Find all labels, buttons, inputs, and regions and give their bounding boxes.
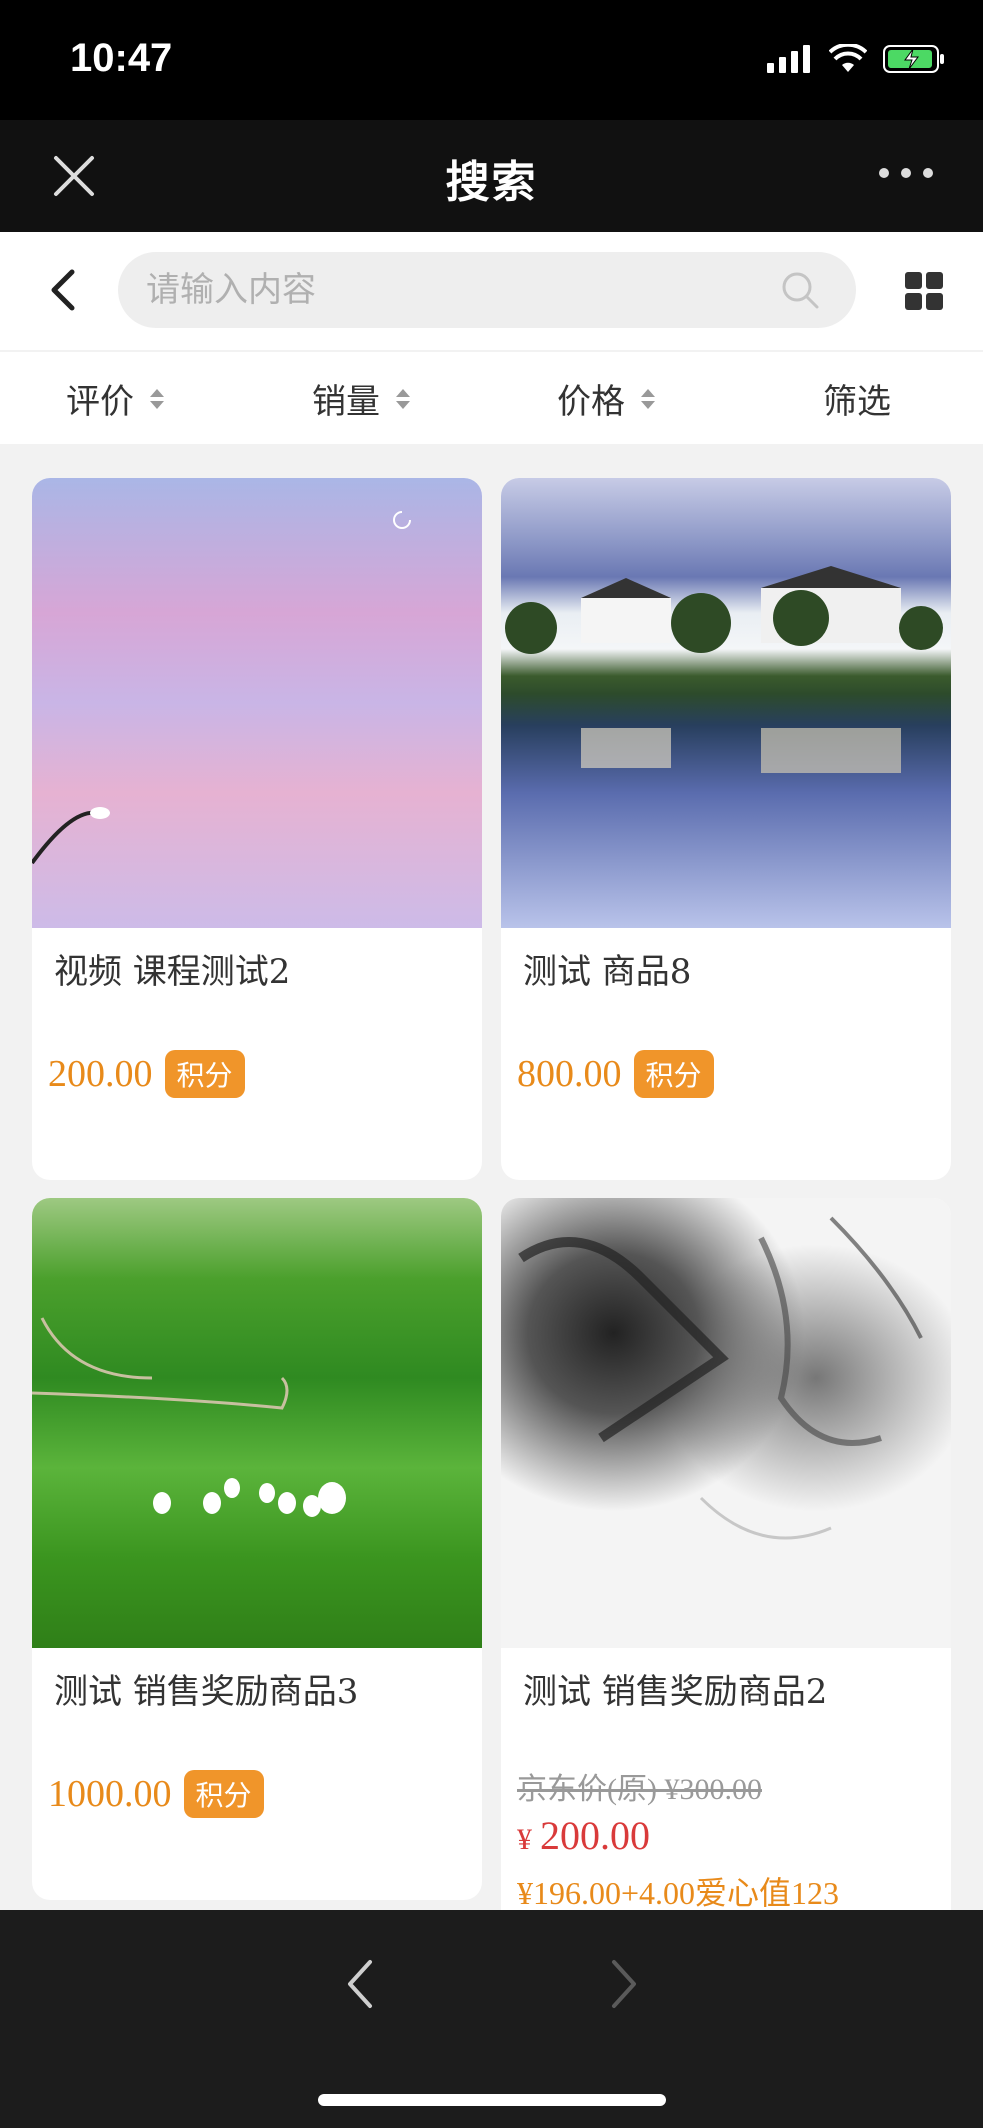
title-bar: 搜索: [0, 120, 983, 232]
wifi-icon: [829, 44, 867, 72]
search-field[interactable]: [118, 252, 856, 328]
sort-arrows-icon: [396, 388, 410, 409]
sort-by-price[interactable]: 价格: [557, 374, 655, 423]
search-bar: [0, 232, 983, 350]
home-indicator[interactable]: [318, 2094, 666, 2106]
price-row: 1000.00 积分: [48, 1770, 264, 1818]
product-name: 测试 销售奖励商品2: [523, 1672, 828, 1712]
sort-arrows-icon: [150, 388, 164, 409]
ink-strokes: [518, 1216, 923, 1540]
signal-icon: [767, 45, 810, 73]
browser-back-icon[interactable]: [340, 1954, 380, 2014]
product-image[interactable]: [501, 1198, 951, 1648]
product-card[interactable]: 测试 销售奖励商品2 京东价(原) ¥300.00 ¥200.00 ¥196.0…: [501, 1198, 951, 1918]
more-options-icon[interactable]: [879, 168, 933, 178]
browser-forward-icon[interactable]: [604, 1954, 644, 2014]
currency-symbol: ¥: [517, 1823, 532, 1856]
back-arrow-icon[interactable]: [44, 268, 84, 312]
points-badge: 积分: [183, 1770, 264, 1818]
sort-bar: 评价 销量 价格 筛选: [0, 352, 983, 444]
sort-label: 销量: [312, 382, 380, 422]
price-row: 800.00 积分: [517, 1050, 714, 1098]
combo-price: ¥196.00+4.00爱心值123: [517, 1875, 840, 1911]
sort-by-rating[interactable]: 评价: [66, 374, 164, 423]
search-icon[interactable]: [780, 270, 820, 310]
battery-charging-icon: [883, 45, 944, 73]
product-name: 测试 商品8: [523, 952, 692, 992]
product-card[interactable]: 视频 课程测试2 200.00 积分: [32, 478, 482, 1180]
sort-label: 评价: [66, 382, 134, 422]
filter-label: 筛选: [823, 382, 891, 422]
filter-button[interactable]: 筛选: [823, 374, 891, 423]
sale-price-value: 200.00: [540, 1813, 650, 1858]
system-icons: [767, 44, 945, 74]
price-row: 200.00 积分: [48, 1050, 245, 1098]
points-badge: 积分: [164, 1050, 245, 1098]
product-card[interactable]: 测试 商品8 800.00 积分: [501, 478, 951, 1180]
grid-view-icon[interactable]: [905, 272, 943, 310]
yurt-landscape: [32, 1317, 346, 1517]
product-card[interactable]: 测试 销售奖励商品3 1000.00 积分: [32, 1198, 482, 1900]
product-price: 200.00: [48, 1053, 153, 1095]
product-name: 测试 销售奖励商品3: [54, 1672, 359, 1712]
product-image[interactable]: [32, 478, 482, 928]
search-input[interactable]: [146, 252, 786, 328]
product-name: 视频 课程测试2: [54, 952, 291, 992]
product-price: 1000.00: [48, 1773, 172, 1815]
sort-by-sales[interactable]: 销量: [312, 374, 410, 423]
streetlamp-decoration: [32, 511, 411, 865]
product-price: 800.00: [517, 1053, 622, 1095]
status-time: 10:47: [70, 36, 173, 80]
sort-arrows-icon: [641, 388, 655, 409]
product-image[interactable]: [501, 478, 951, 928]
sort-label: 价格: [557, 382, 625, 422]
status-bar: 10:47: [0, 0, 983, 120]
points-badge: 积分: [633, 1050, 714, 1098]
village-silhouette: [505, 566, 943, 773]
page-title: 搜索: [445, 157, 538, 208]
product-image[interactable]: [32, 1198, 482, 1648]
sale-price: ¥200.00: [517, 1812, 650, 1859]
original-price: 京东价(原) ¥300.00: [517, 1773, 762, 1806]
